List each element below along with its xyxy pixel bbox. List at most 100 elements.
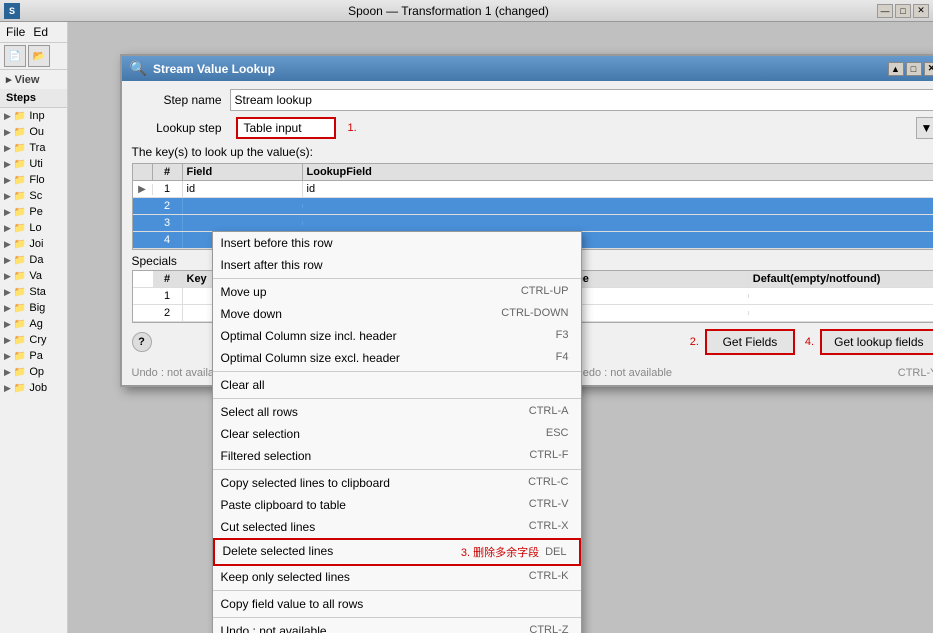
th-num: #	[153, 164, 183, 180]
sidebar-item-va[interactable]: ▶📁Va	[0, 268, 67, 284]
row-lookup: id	[303, 181, 933, 197]
dialog-overlay: 🔍 Stream Value Lookup ▲ □ ✕ Step name	[68, 44, 933, 633]
ctx-sep-6	[213, 617, 581, 618]
ctx-copy-field[interactable]: Copy field value to all rows	[213, 593, 581, 615]
row-lookup	[303, 204, 933, 208]
row-field	[183, 204, 303, 208]
sidebar-item-flo[interactable]: ▶📁Flo	[0, 172, 67, 188]
ctx-keep-lines[interactable]: Keep only selected lines CTRL-K	[213, 566, 581, 588]
annotation-1: 1.	[348, 122, 357, 134]
tool-new[interactable]: 📄	[4, 45, 26, 67]
ctx-move-down[interactable]: Move down CTRL-DOWN	[213, 303, 581, 325]
sidebar-item-cry[interactable]: ▶📁Cry	[0, 332, 67, 348]
context-menu: Insert before this row Insert after this…	[212, 231, 582, 633]
view-label[interactable]: ▸ View	[0, 70, 67, 89]
dialog-max-btn[interactable]: □	[906, 62, 922, 76]
menu-file[interactable]: File	[6, 25, 25, 39]
menu-bar: File Ed	[0, 22, 67, 43]
sidebar-item-joi[interactable]: ▶📁Joi	[0, 236, 67, 252]
lookup-step-dropdown[interactable]: ▼	[916, 117, 933, 139]
ctx-delete-lines[interactable]: Delete selected lines 3. 删除多余字段 DEL	[213, 538, 581, 566]
stream-value-lookup-dialog: 🔍 Stream Value Lookup ▲ □ ✕ Step name	[120, 54, 933, 387]
minimize-button[interactable]: —	[877, 4, 893, 18]
redo-shortcut: CTRL-Y	[898, 367, 933, 379]
step-name-label: Step name	[132, 93, 222, 107]
sidebar-item-sc[interactable]: ▶📁Sc	[0, 188, 67, 204]
title-bar: S Spoon — Transformation 1 (changed) — □…	[0, 0, 933, 22]
row-arrow: ▶	[133, 184, 153, 195]
ctx-opt-excl[interactable]: Optimal Column size excl. header F4	[213, 347, 581, 369]
std-default	[749, 294, 933, 298]
sidebar-item-inp[interactable]: ▶📁Inp	[0, 108, 67, 124]
menu-edit[interactable]: Ed	[33, 25, 48, 39]
ctx-filtered-sel[interactable]: Filtered selection CTRL-F	[213, 445, 581, 467]
sth-type: Type	[560, 271, 749, 287]
ctx-undo[interactable]: Undo : not available CTRL-Z	[213, 620, 581, 633]
row-num: 3	[153, 215, 183, 231]
std-default	[749, 311, 933, 315]
dialog-title-buttons: ▲ □ ✕	[888, 62, 933, 76]
ctx-move-up[interactable]: Move up CTRL-UP	[213, 281, 581, 303]
ctx-opt-incl[interactable]: Optimal Column size incl. header F3	[213, 325, 581, 347]
row-num: 4	[153, 232, 183, 248]
sidebar-item-big[interactable]: ▶📁Big	[0, 300, 67, 316]
ctx-insert-before[interactable]: Insert before this row	[213, 232, 581, 254]
std-num: 2	[153, 305, 183, 321]
sidebar-item-sta[interactable]: ▶📁Sta	[0, 284, 67, 300]
sidebar-item-pe[interactable]: ▶📁Pe	[0, 204, 67, 220]
ctx-sep-3	[213, 398, 581, 399]
row-field	[183, 221, 303, 225]
sidebar-item-tra[interactable]: ▶📁Tra	[0, 140, 67, 156]
ctx-clear-all[interactable]: Clear all	[213, 374, 581, 396]
sidebar-item-uti[interactable]: ▶📁Uti	[0, 156, 67, 172]
ctx-sep-4	[213, 469, 581, 470]
dialog-min-btn[interactable]: ▲	[888, 62, 904, 76]
ctx-paste-table[interactable]: Paste clipboard to table CTRL-V	[213, 494, 581, 516]
sidebar-item-lo[interactable]: ▶📁Lo	[0, 220, 67, 236]
th-lookup: LookupField	[303, 164, 933, 180]
get-lookup-fields-button[interactable]: Get lookup fields	[820, 329, 933, 355]
title-bar-controls: — □ ✕	[877, 4, 929, 18]
lookup-step-row: Lookup step Table input 1. ▼	[132, 117, 933, 139]
ctx-copy-lines[interactable]: Copy selected lines to clipboard CTRL-C	[213, 472, 581, 494]
tool-open[interactable]: 📂	[28, 45, 50, 67]
sth-default: Default(empty/notfound)	[749, 271, 933, 287]
std-type	[560, 311, 749, 315]
app-body: File Ed 📄 📂 ▸ View Steps ▶📁Inp ▶📁Ou ▶📁Tr…	[0, 22, 933, 633]
maximize-button[interactable]: □	[895, 4, 911, 18]
table-header: # Field LookupField	[133, 164, 933, 181]
annotation-3: 3. 删除多余字段	[461, 544, 539, 560]
ctx-cut-lines[interactable]: Cut selected lines CTRL-X	[213, 516, 581, 538]
ctx-sep-5	[213, 590, 581, 591]
app-title: Spoon — Transformation 1 (changed)	[348, 4, 549, 18]
dialog-title: Stream Value Lookup	[153, 62, 275, 76]
sidebar-item-ou[interactable]: ▶📁Ou	[0, 124, 67, 140]
row-num: 2	[153, 198, 183, 214]
toolbar: 📄 📂	[0, 43, 67, 70]
dialog-close-btn[interactable]: ✕	[924, 62, 933, 76]
redo-item: Redo : not available CTRL-Y	[575, 367, 933, 379]
redo-label: Redo : not available	[575, 367, 672, 379]
table-row[interactable]: 2	[133, 198, 933, 215]
sidebar-item-op[interactable]: ▶📁Op	[0, 364, 67, 380]
close-button[interactable]: ✕	[913, 4, 929, 18]
std-type	[560, 294, 749, 298]
row-num: 1	[153, 181, 183, 197]
sidebar-item-job[interactable]: ▶📁Job	[0, 380, 67, 396]
ctx-insert-after[interactable]: Insert after this row	[213, 254, 581, 276]
sidebar-item-pa[interactable]: ▶📁Pa	[0, 348, 67, 364]
annotation-2: 2.	[690, 336, 699, 348]
sidebar-item-ag[interactable]: ▶📁Ag	[0, 316, 67, 332]
ctx-clear-sel[interactable]: Clear selection ESC	[213, 423, 581, 445]
std-num: 1	[153, 288, 183, 304]
help-button[interactable]: ?	[132, 332, 152, 352]
annotation-4: 4.	[805, 336, 814, 348]
ctx-select-all[interactable]: Select all rows CTRL-A	[213, 401, 581, 423]
ctx-sep-1	[213, 278, 581, 279]
get-fields-button[interactable]: Get Fields	[705, 329, 795, 355]
sidebar-item-da[interactable]: ▶📁Da	[0, 252, 67, 268]
table-row[interactable]: 3	[133, 215, 933, 232]
step-name-input[interactable]	[230, 89, 933, 111]
lookup-step-value: Table input	[236, 117, 336, 139]
table-row[interactable]: ▶ 1 id id	[133, 181, 933, 198]
